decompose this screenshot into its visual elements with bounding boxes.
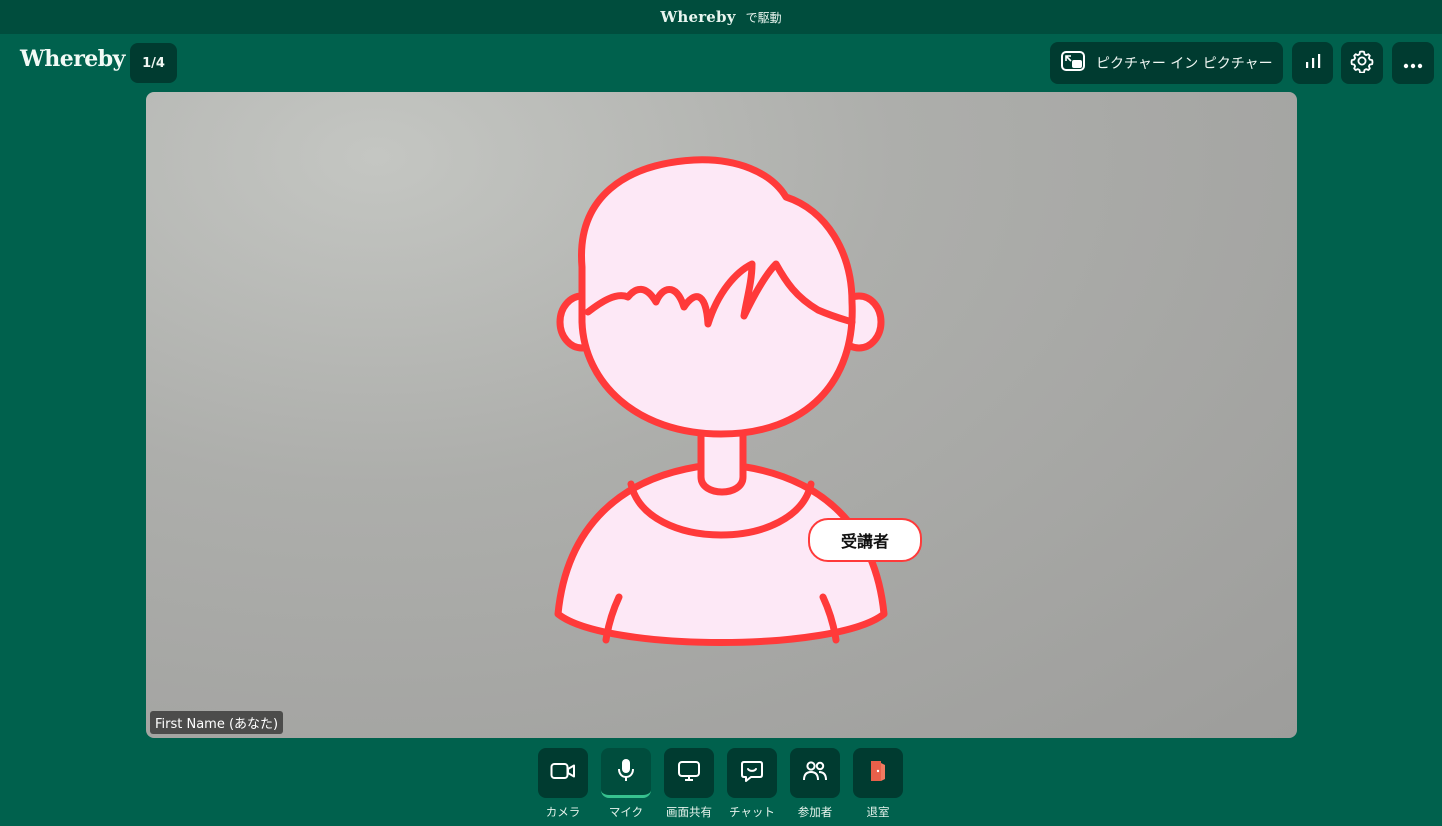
leave-button[interactable]: 退室 (853, 748, 903, 826)
picture-in-picture-icon (1060, 50, 1086, 76)
connection-stats-button[interactable] (1292, 42, 1333, 84)
more-options-button[interactable] (1392, 42, 1434, 84)
picture-in-picture-label: ピクチャー イン ピクチャー (1096, 56, 1273, 72)
screen-share-button[interactable]: 画面共有 (664, 748, 714, 826)
camera-tile[interactable] (538, 748, 588, 798)
titlebar-brand: Whereby (660, 8, 736, 26)
screen-share-tile[interactable] (664, 748, 714, 798)
chat-icon (740, 759, 764, 787)
screen-share-label: 画面共有 (666, 805, 712, 819)
participants-button[interactable]: 参加者 (790, 748, 840, 826)
chat-label: チャット (729, 805, 775, 819)
titlebar-powered-by: で駆動 (745, 10, 782, 25)
role-badge: 受講者 (808, 518, 922, 562)
camera-label: カメラ (545, 805, 581, 819)
video-tile[interactable]: 受講者 First Name (あなた) (146, 92, 1297, 738)
gear-icon (1350, 49, 1374, 77)
leave-label: 退室 (866, 805, 890, 819)
participants-icon (802, 760, 828, 786)
camera-button[interactable]: カメラ (538, 748, 588, 826)
leave-tile[interactable] (853, 748, 903, 798)
microphone-icon (616, 758, 636, 786)
room-count-badge[interactable]: 1/4 (130, 43, 177, 83)
window-titlebar: Whereby で駆動 (0, 0, 1442, 34)
picture-in-picture-button[interactable]: ピクチャー イン ピクチャー (1050, 42, 1283, 84)
camera-icon (550, 762, 576, 784)
participants-tile[interactable] (790, 748, 840, 798)
call-controls-bar: カメラ マイク 画面共有 チャット 参加者 退室 (538, 748, 908, 826)
settings-button[interactable] (1341, 42, 1383, 84)
microphone-label: マイク (608, 805, 644, 819)
microphone-tile[interactable] (601, 748, 651, 798)
whereby-logo[interactable]: Whereby (20, 46, 125, 72)
screen-share-icon (677, 760, 701, 786)
signal-bars-icon (1304, 53, 1322, 73)
leave-door-icon (868, 759, 888, 787)
participants-label: 参加者 (797, 805, 833, 819)
chat-button[interactable]: チャット (727, 748, 777, 826)
chat-tile[interactable] (727, 748, 777, 798)
microphone-button[interactable]: マイク (601, 748, 651, 826)
ellipsis-icon (1403, 54, 1423, 73)
avatar-illustration (554, 156, 888, 646)
participant-name-tag: First Name (あなた) (150, 711, 284, 734)
